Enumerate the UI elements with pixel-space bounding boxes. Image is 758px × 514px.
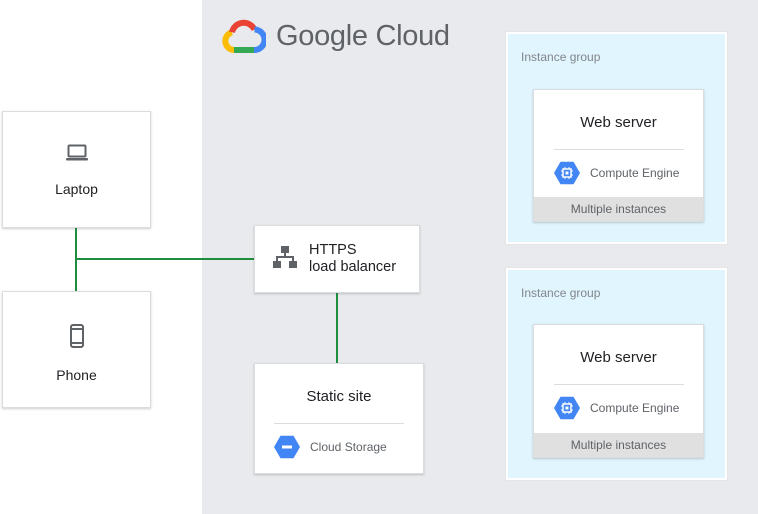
compute-engine-2-label: Compute Engine (590, 401, 680, 415)
compute-engine-1-label: Compute Engine (590, 166, 680, 180)
web-server-2-divider (554, 384, 684, 385)
laptop-client: Laptop (2, 111, 151, 228)
load-balancer-icon (273, 245, 297, 273)
laptop-icon (65, 144, 89, 167)
web-server-2-title: Web server (580, 349, 657, 366)
instance-group-1: Instance group Web server Compute Engine… (506, 32, 727, 244)
phone-client: Phone (2, 291, 151, 408)
phone-icon (69, 324, 85, 353)
load-balancer-label: HTTPS load balancer (309, 242, 396, 276)
phone-label: Phone (56, 367, 97, 383)
instance-group-2-label: Instance group (521, 286, 601, 300)
load-balancer-label-line2: load balancer (309, 259, 397, 275)
web-server-1-footer: Multiple instances (534, 197, 703, 221)
compute-engine-1-product: Compute Engine (554, 161, 679, 185)
web-server-1-card: Web server Compute Engine Multiple insta… (533, 89, 704, 222)
connector-laptop-phone (75, 228, 77, 292)
instance-group-1-label: Instance group (521, 50, 601, 64)
google-cloud-logo-icon (222, 19, 266, 53)
static-site-title: Static site (306, 388, 372, 405)
https-load-balancer: HTTPS load balancer (254, 225, 420, 293)
web-server-1-divider (554, 149, 684, 150)
web-server-1-title: Web server (580, 114, 657, 131)
google-cloud-logo: Google Cloud (222, 14, 450, 58)
cloud-storage-product: Cloud Storage (274, 435, 387, 459)
cloud-storage-icon (274, 435, 300, 459)
web-server-2-footer: Multiple instances (534, 433, 703, 457)
compute-engine-icon (554, 396, 580, 420)
load-balancer-label-line1: HTTPS (309, 242, 357, 258)
connector-load-balancer-static-site (336, 292, 338, 363)
connector-clients-load-balancer (76, 258, 254, 260)
laptop-label: Laptop (55, 181, 98, 197)
web-server-2-card: Web server Compute Engine Multiple insta… (533, 324, 704, 458)
static-site-card: Static site Cloud Storage (254, 363, 424, 474)
instance-group-2: Instance group Web server Compute Engine… (506, 268, 727, 480)
static-site-divider (274, 423, 404, 424)
compute-engine-2-product: Compute Engine (554, 396, 679, 420)
cloud-storage-label: Cloud Storage (310, 440, 387, 454)
google-cloud-logo-text: Google Cloud (276, 19, 450, 52)
compute-engine-icon (554, 161, 580, 185)
